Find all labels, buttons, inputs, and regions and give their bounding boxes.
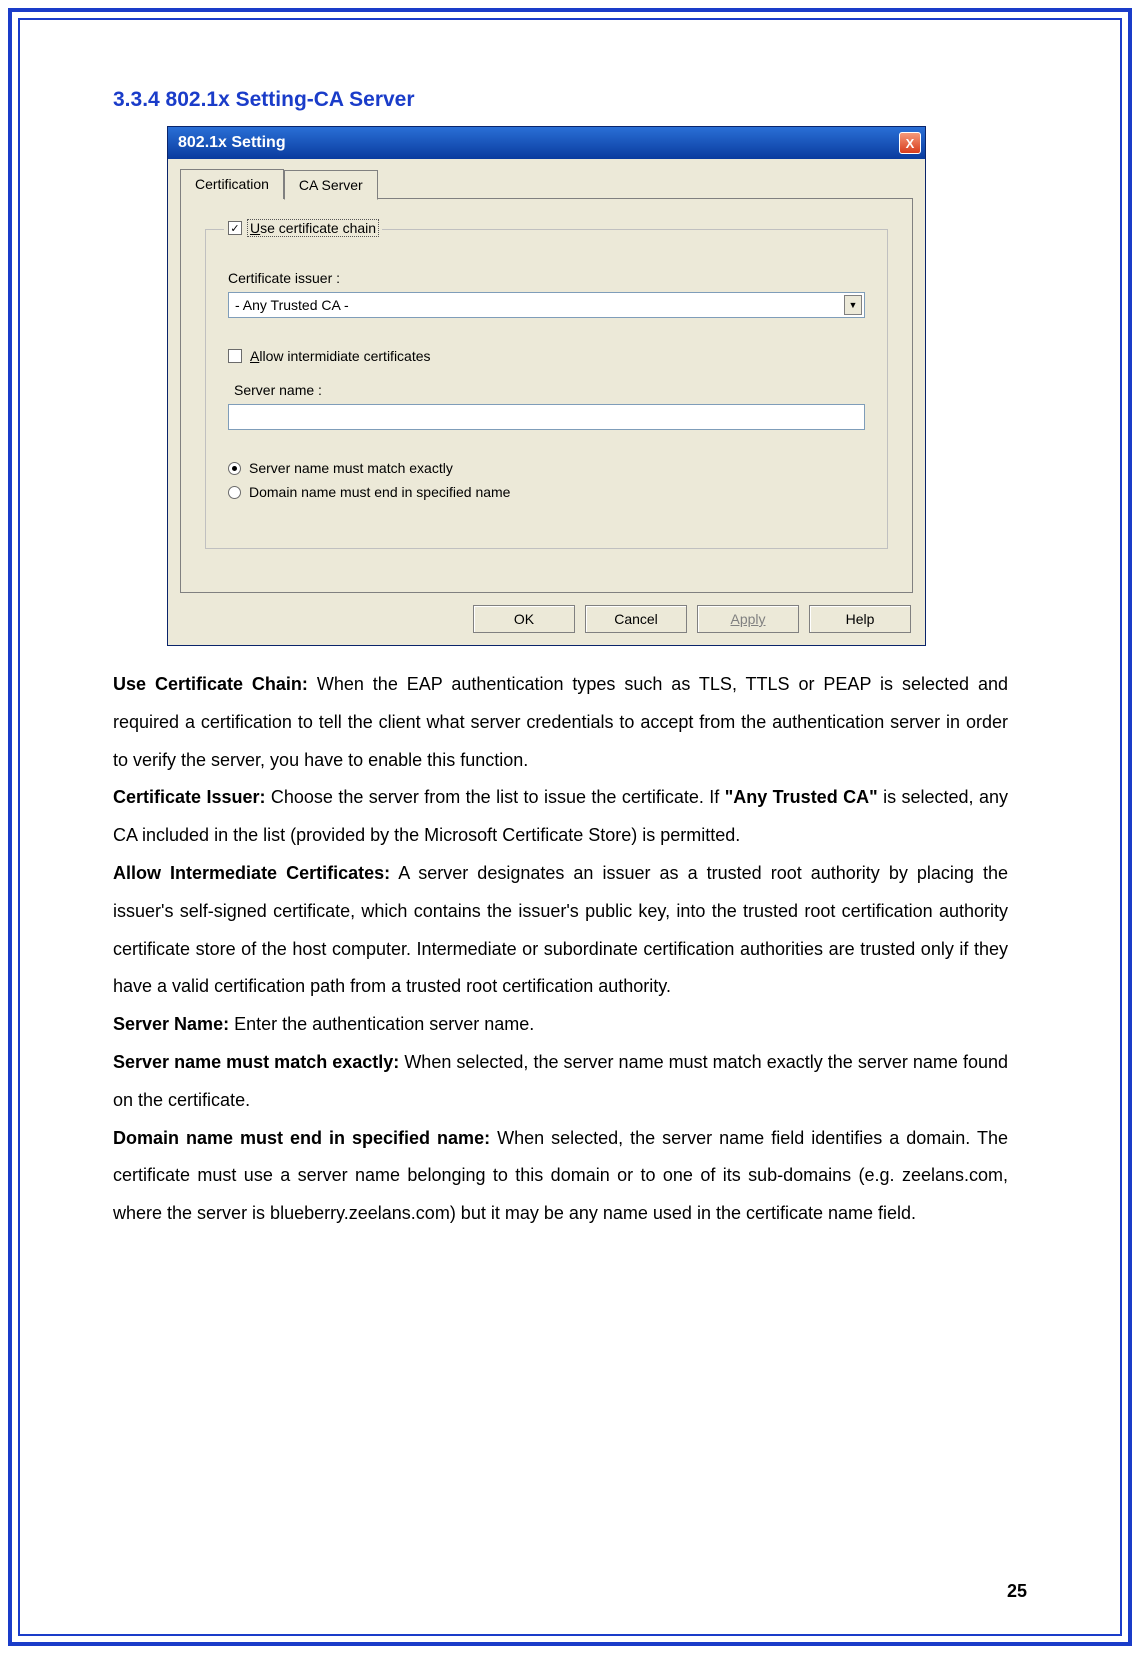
allow-intermediate-label: Allow intermidiate certificates [250,348,431,364]
desc-use-cert-chain-label: Use Certificate Chain: [113,674,308,694]
server-name-input[interactable] [228,404,865,430]
body-text: Use Certificate Chain: When the EAP auth… [113,666,1008,1233]
cert-issuer-value: - Any Trusted CA - [235,297,349,313]
allow-intermediate-row: Allow intermidiate certificates [228,348,865,364]
ok-button[interactable]: OK [473,605,575,633]
radio-domain-end-row: Domain name must end in specified name [228,484,865,500]
groupbox-use-cert-chain: ✓ Use certificate chain Certificate issu… [205,229,888,549]
page-content: 3.3.4 802.1x Setting-CA Server 802.1x Se… [113,88,1008,1233]
radio-match-exactly-label: Server name must match exactly [249,460,453,476]
desc-server-name-text: Enter the authentication server name. [229,1014,534,1034]
button-row: OK Cancel Apply Help [168,593,925,645]
tab-certification[interactable]: Certification [180,169,284,199]
dialog-802-1x-setting: 802.1x Setting X Certification CA Server… [167,126,926,646]
desc-server-name-label: Server Name: [113,1014,229,1034]
page-number: 25 [1007,1581,1027,1602]
desc-match-exact-label: Server name must match exactly: [113,1052,399,1072]
radio-domain-end[interactable] [228,486,241,499]
tabs: Certification CA Server [180,169,913,199]
use-cert-chain-checkbox[interactable]: ✓ [228,221,242,235]
desc-cert-issuer-bold: "Any Trusted CA" [725,787,878,807]
dropdown-arrow-icon: ▼ [844,295,862,315]
cert-issuer-label: Certificate issuer : [228,270,865,286]
desc-cert-issuer-text-a: Choose the server from the list to issue… [265,787,724,807]
close-icon: X [906,136,915,151]
radio-match-exactly-row: Server name must match exactly [228,460,865,476]
tab-content: ✓ Use certificate chain Certificate issu… [180,198,913,593]
cert-issuer-dropdown[interactable]: - Any Trusted CA - ▼ [228,292,865,318]
titlebar: 802.1x Setting X [168,127,925,159]
desc-allow-int-label: Allow Intermediate Certificates: [113,863,390,883]
apply-button[interactable]: Apply [697,605,799,633]
use-cert-chain-row: ✓ Use certificate chain [224,220,382,236]
tab-ca-server[interactable]: CA Server [284,170,378,200]
use-cert-chain-label: Use certificate chain [248,220,378,236]
help-button[interactable]: Help [809,605,911,633]
tab-area: Certification CA Server ✓ Use certificat… [168,159,925,593]
desc-cert-issuer-label: Certificate Issuer: [113,787,265,807]
section-heading: 3.3.4 802.1x Setting-CA Server [113,88,1008,112]
allow-intermediate-checkbox[interactable] [228,349,242,363]
radio-match-exactly[interactable] [228,462,241,475]
desc-domain-end-label: Domain name must end in specified name: [113,1128,490,1148]
close-button[interactable]: X [899,132,921,154]
server-name-label: Server name : [234,382,865,398]
dialog-title: 802.1x Setting [178,134,286,152]
radio-domain-end-label: Domain name must end in specified name [249,484,510,500]
cancel-button[interactable]: Cancel [585,605,687,633]
